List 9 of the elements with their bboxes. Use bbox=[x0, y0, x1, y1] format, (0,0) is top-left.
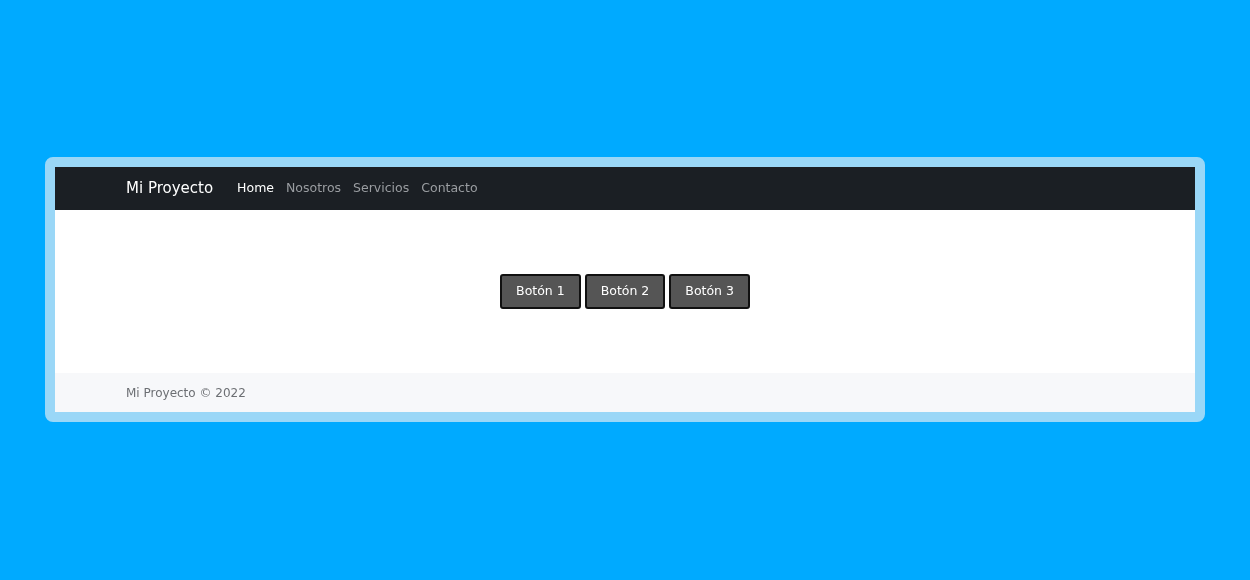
action-button[interactable]: Botón 1 bbox=[500, 274, 581, 309]
brand-link[interactable]: Mi Proyecto bbox=[126, 177, 214, 200]
nav-link[interactable]: Home bbox=[231, 179, 280, 198]
nav-link[interactable]: Servicios bbox=[347, 179, 416, 198]
footer-text: Mi Proyecto © 2022 bbox=[126, 384, 246, 402]
nav-link[interactable]: Nosotros bbox=[280, 179, 348, 198]
action-button[interactable]: Botón 2 bbox=[584, 274, 666, 309]
action-button[interactable]: Botón 3 bbox=[669, 274, 750, 309]
nav-link[interactable]: Contacto bbox=[415, 179, 484, 198]
